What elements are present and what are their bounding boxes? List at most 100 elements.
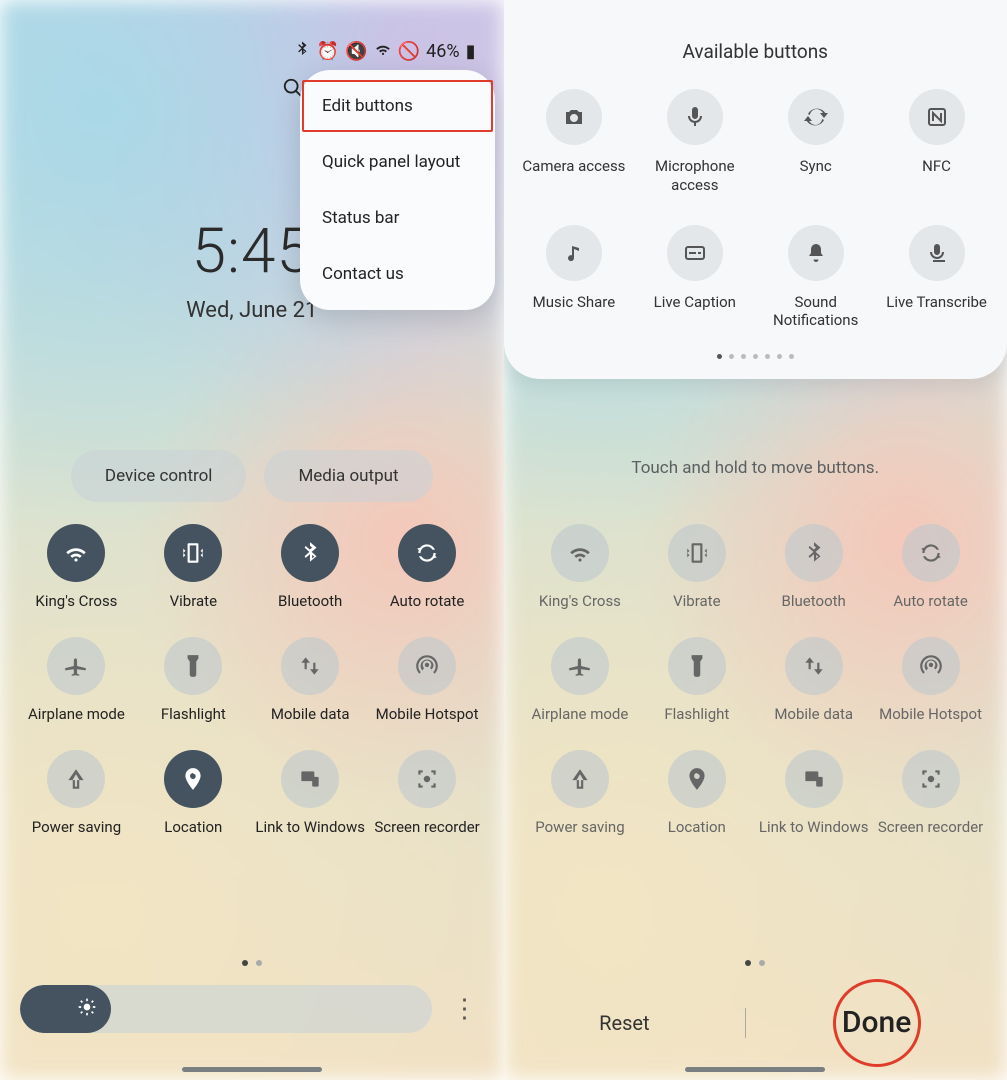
popup-quick-panel-layout[interactable]: Quick panel layout: [300, 134, 495, 190]
done-button[interactable]: Done: [842, 1005, 911, 1040]
mobiledata-icon: [281, 637, 339, 695]
quick-tiles-grid: King's Cross Vibrate Bluetooth Auto rota…: [0, 524, 504, 836]
nfc-icon: [909, 89, 965, 145]
more-options-button[interactable]: ⋮: [446, 985, 484, 1033]
avail-music[interactable]: Music Share: [514, 225, 635, 331]
airplane-icon: [47, 637, 105, 695]
tile-label: King's Cross: [539, 592, 621, 611]
avail-mic[interactable]: Microphone access: [634, 89, 755, 195]
tile-label: Screen recorder: [878, 818, 983, 837]
tile-airplane[interactable]: Airplane mode: [522, 637, 639, 724]
music-icon: [546, 225, 602, 281]
hotspot-icon: [902, 637, 960, 695]
popup-contact-us[interactable]: Contact us: [300, 246, 495, 302]
tile-flashlight[interactable]: Flashlight: [135, 637, 252, 724]
tile-rotate[interactable]: Auto rotate: [872, 524, 989, 611]
tile-label: Mobile Hotspot: [376, 705, 479, 724]
airplane-icon: [551, 637, 609, 695]
tile-label: Location: [164, 818, 222, 837]
avail-label: Microphone access: [634, 157, 755, 195]
nav-handle[interactable]: [685, 1067, 825, 1072]
available-page-dots: [514, 354, 998, 359]
rotate-icon: [902, 524, 960, 582]
avail-label: Live Transcribe: [886, 293, 987, 312]
bluetooth-status-icon: [293, 40, 311, 63]
tile-label: Flashlight: [161, 705, 226, 724]
tile-label: Auto rotate: [893, 592, 967, 611]
tile-wifi[interactable]: King's Cross: [522, 524, 639, 611]
location-icon: [668, 750, 726, 808]
avail-camera[interactable]: Camera access: [514, 89, 635, 195]
page-dots: [0, 960, 504, 966]
tile-label: Power saving: [32, 818, 121, 837]
avail-label: Sound Notifications: [755, 293, 876, 331]
tile-label: Location: [668, 818, 726, 837]
tile-hotspot[interactable]: Mobile Hotspot: [369, 637, 486, 724]
record-icon: [902, 750, 960, 808]
tile-label: Bluetooth: [782, 592, 846, 611]
hint-text: Touch and hold to move buttons.: [504, 458, 1007, 478]
tile-power[interactable]: Power saving: [18, 750, 135, 837]
tile-vibrate[interactable]: Vibrate: [135, 524, 252, 611]
tile-label: Flashlight: [664, 705, 729, 724]
avail-nfc[interactable]: NFC: [876, 89, 997, 195]
camera-icon: [546, 89, 602, 145]
avail-sync[interactable]: Sync: [755, 89, 876, 195]
available-buttons-card: Available buttons Camera access Micropho…: [504, 0, 1007, 379]
popup-status-bar[interactable]: Status bar: [300, 190, 495, 246]
bottom-actions: Reset Done: [504, 1005, 1007, 1040]
tile-mobiledata[interactable]: Mobile data: [755, 637, 872, 724]
tile-link[interactable]: Link to Windows: [252, 750, 369, 837]
tile-airplane[interactable]: Airplane mode: [18, 637, 135, 724]
tile-label: Link to Windows: [759, 818, 869, 837]
tile-location[interactable]: Location: [135, 750, 252, 837]
tile-rotate[interactable]: Auto rotate: [369, 524, 486, 611]
avail-caption[interactable]: Live Caption: [634, 225, 755, 331]
brightness-icon: [77, 997, 97, 1021]
caption-icon: [667, 225, 723, 281]
tile-label: Screen recorder: [374, 818, 479, 837]
tile-record[interactable]: Screen recorder: [872, 750, 989, 837]
hotspot-icon: [398, 637, 456, 695]
avail-transcribe[interactable]: Live Transcribe: [876, 225, 997, 331]
reset-button[interactable]: Reset: [599, 1011, 649, 1035]
brightness-slider[interactable]: [20, 985, 432, 1033]
tile-vibrate[interactable]: Vibrate: [638, 524, 755, 611]
tile-label: Vibrate: [170, 592, 217, 611]
tile-bluetooth[interactable]: Bluetooth: [755, 524, 872, 611]
tile-wifi[interactable]: King's Cross: [18, 524, 135, 611]
tile-power[interactable]: Power saving: [522, 750, 639, 837]
popup-edit-buttons[interactable]: Edit buttons: [300, 78, 495, 134]
nav-handle[interactable]: [182, 1067, 322, 1072]
status-bar: ⏰ 🔇 🚫 46% ▮: [293, 40, 476, 63]
battery-status-text: 46%: [426, 41, 459, 62]
tile-location[interactable]: Location: [638, 750, 755, 837]
tile-bluetooth[interactable]: Bluetooth: [252, 524, 369, 611]
flashlight-icon: [668, 637, 726, 695]
current-tiles-grid: King's Cross Vibrate Bluetooth Auto rota…: [504, 524, 1007, 836]
link-icon: [785, 750, 843, 808]
mic-icon: [667, 89, 723, 145]
avail-label: Camera access: [522, 157, 625, 176]
bell-icon: [788, 225, 844, 281]
power-icon: [551, 750, 609, 808]
device-control-button[interactable]: Device control: [71, 450, 247, 502]
tile-link[interactable]: Link to Windows: [755, 750, 872, 837]
tile-record[interactable]: Screen recorder: [369, 750, 486, 837]
separator: [745, 1008, 746, 1038]
media-output-button[interactable]: Media output: [264, 450, 432, 502]
battery-status-icon: ▮: [466, 41, 476, 62]
avail-bell[interactable]: Sound Notifications: [755, 225, 876, 331]
power-icon: [47, 750, 105, 808]
alarm-status-icon: ⏰: [317, 41, 339, 62]
tile-label: Mobile Hotspot: [879, 705, 982, 724]
tile-mobiledata[interactable]: Mobile data: [252, 637, 369, 724]
tile-label: Airplane mode: [28, 705, 125, 724]
flashlight-icon: [164, 637, 222, 695]
available-title: Available buttons: [514, 40, 998, 63]
avail-label: Sync: [800, 157, 832, 176]
link-icon: [281, 750, 339, 808]
tile-hotspot[interactable]: Mobile Hotspot: [872, 637, 989, 724]
pill-row: Device control Media output: [0, 450, 504, 502]
tile-flashlight[interactable]: Flashlight: [638, 637, 755, 724]
